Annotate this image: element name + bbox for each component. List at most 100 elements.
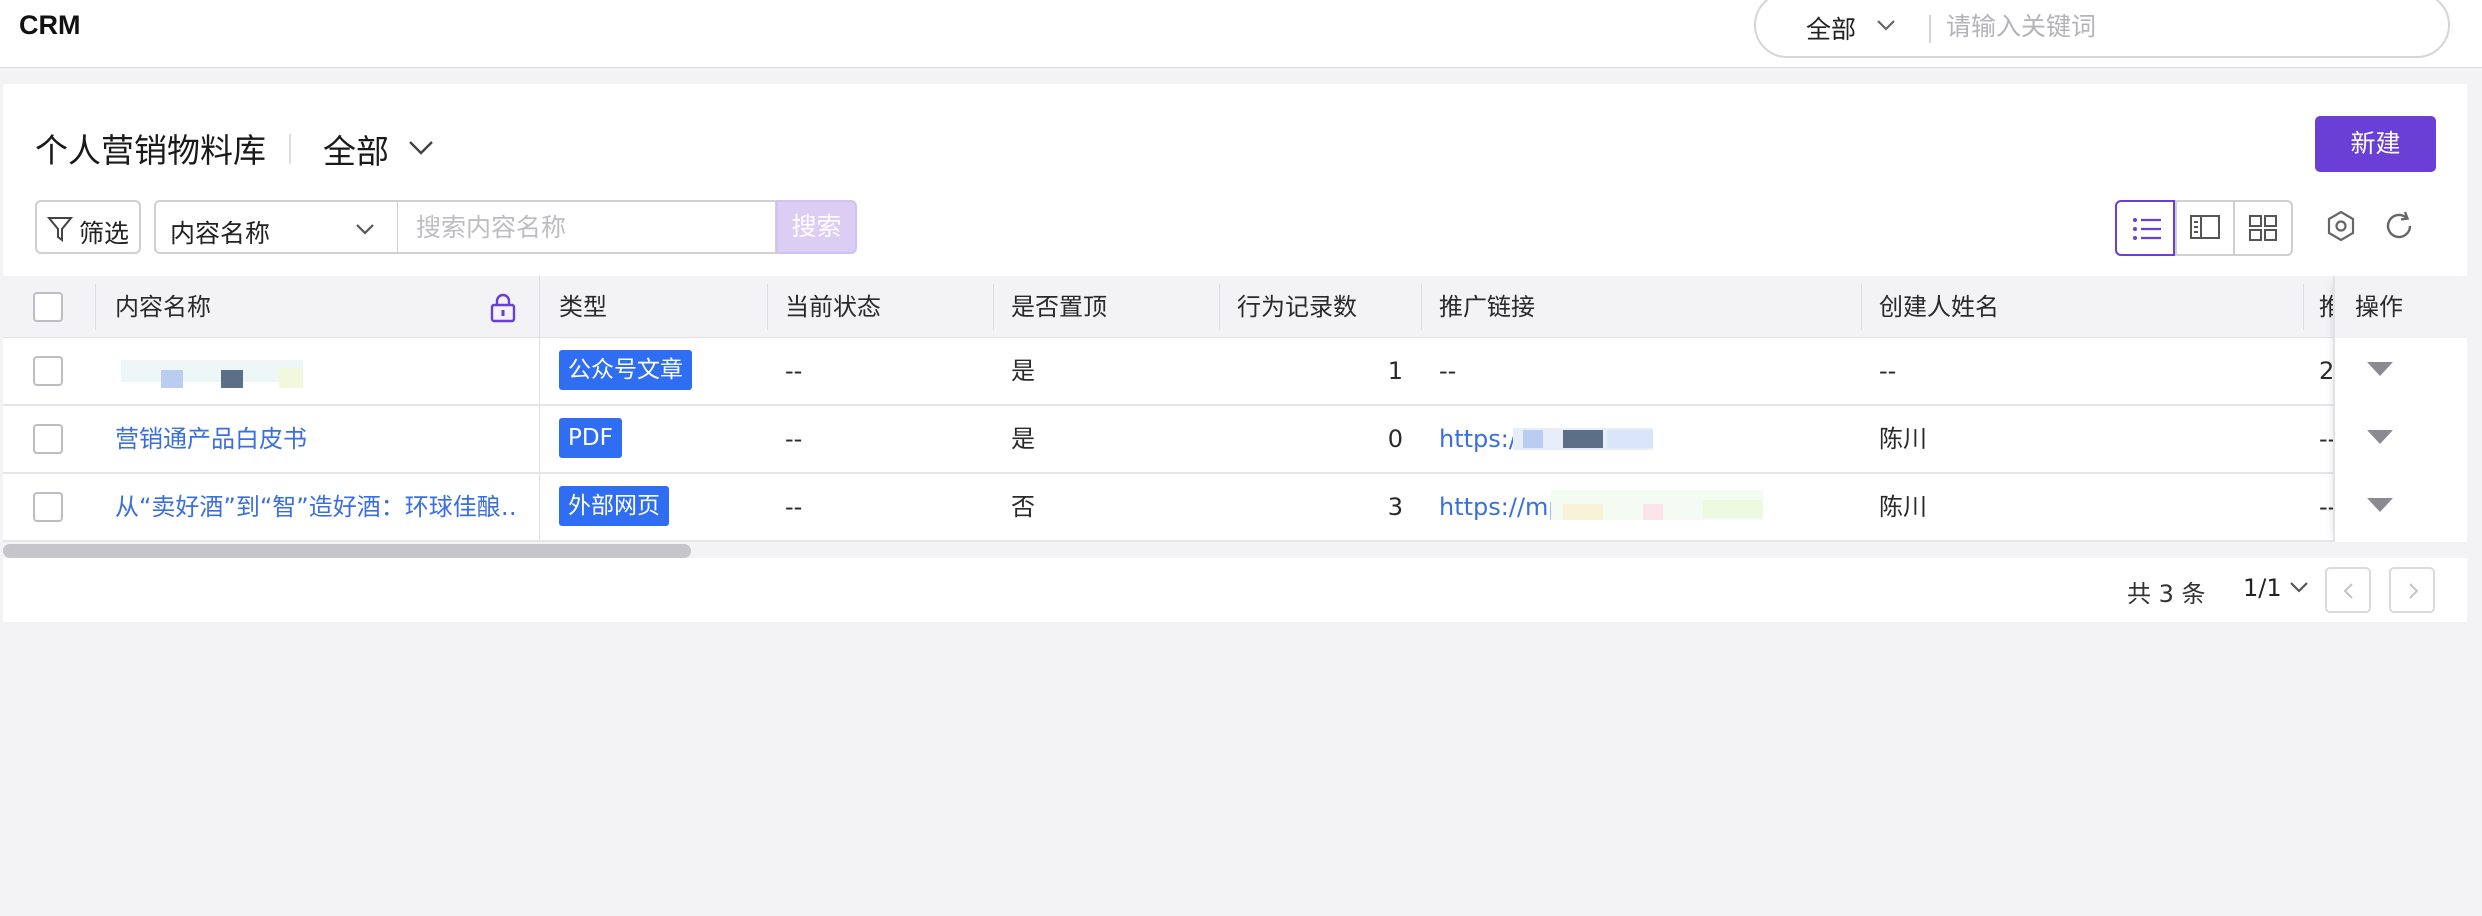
column-header[interactable]: 是否置顶	[1011, 276, 1211, 338]
redacted-text	[1523, 430, 1543, 448]
page-select[interactable]: 1/1	[2243, 574, 2282, 602]
chevron-down-icon[interactable]	[1873, 12, 1899, 38]
type-cell: 公众号文章	[559, 338, 759, 404]
settings-icon[interactable]	[2323, 208, 2359, 244]
content-card: 个人营销物料库 全部 新建 筛选 内容名称 搜索 内容名称 搜索 内容名称 类型…	[3, 84, 2467, 622]
global-search[interactable]: 全部	[1754, 0, 2450, 58]
status-cell: --	[785, 493, 803, 521]
creator-cell: 陈川	[1879, 493, 1927, 521]
global-search-scope[interactable]: 全部	[1806, 10, 1856, 46]
column-divider	[767, 284, 768, 330]
table-header: 内容名称 类型 当前状态 是否置顶 行为记录数 推广链接 创建人姓名 推	[3, 276, 2467, 338]
column-header[interactable]: 推	[2319, 276, 2333, 338]
chevron-right-icon	[2409, 583, 2419, 599]
row-checkbox[interactable]	[33, 356, 63, 386]
type-tag: 公众号文章	[559, 350, 692, 390]
status-cell: --	[785, 357, 803, 385]
table-row[interactable]: 公众号文章 -- 是 1 -- -- 2	[3, 338, 2467, 406]
type-tag: PDF	[559, 418, 622, 458]
redacted-text	[161, 370, 183, 388]
column-divider	[2303, 284, 2304, 330]
divider	[1929, 15, 1931, 43]
type-cell: PDF	[559, 406, 759, 472]
column-header[interactable]: 创建人姓名	[1879, 276, 2179, 338]
total-count: 共 3 条	[2127, 580, 2206, 608]
redacted-text	[279, 368, 303, 388]
operations-column: 操作	[2333, 276, 2467, 542]
column-divider	[539, 276, 540, 338]
column-divider	[1861, 284, 1862, 330]
creator-cell: --	[1879, 357, 1897, 385]
refresh-icon[interactable]	[2381, 208, 2417, 244]
column-divider	[95, 284, 96, 330]
grid-view-button[interactable]	[2233, 200, 2293, 256]
creator-cell: 陈川	[1879, 425, 1927, 453]
table-row[interactable]: 从“卖好酒”到“智”造好酒：环球佳酿… 外部网页 -- 否 3 https://…	[3, 474, 2467, 542]
row-action-dropdown-icon[interactable]	[2367, 430, 2393, 444]
page-title: 个人营销物料库	[35, 131, 266, 170]
column-header[interactable]: 类型	[559, 276, 759, 338]
row-action-dropdown-icon[interactable]	[2367, 362, 2393, 376]
content-name-link[interactable]: 营销通产品白皮书	[115, 406, 515, 472]
column-divider	[1421, 284, 1422, 330]
chevron-down-icon	[356, 224, 374, 235]
records-cell: 0	[1387, 425, 1403, 453]
redacted-text	[1563, 430, 1603, 448]
row-checkbox[interactable]	[33, 424, 63, 454]
search-field-label: 内容名称	[170, 219, 271, 248]
pinned-cell: 是	[1011, 357, 1035, 385]
chevron-down-icon[interactable]	[2287, 575, 2311, 599]
chevron-left-icon	[2343, 583, 2353, 599]
horizontal-scrollbar[interactable]	[3, 542, 2467, 558]
chevron-down-icon[interactable]	[405, 131, 437, 163]
promo-link-cell: --	[1439, 357, 1457, 385]
records-cell: 1	[1387, 357, 1403, 385]
search-input[interactable]	[397, 200, 777, 254]
grid-view-icon	[2249, 215, 2277, 241]
list-view-icon	[2133, 218, 2161, 240]
column-divider	[539, 406, 540, 472]
column-divider	[539, 338, 540, 404]
search-button[interactable]: 搜索	[776, 200, 857, 254]
column-header[interactable]: 内容名称	[115, 276, 415, 338]
records-cell: 3	[1387, 493, 1403, 521]
scrollbar-thumb[interactable]	[3, 544, 691, 558]
column-header[interactable]: 行为记录数	[1237, 276, 1417, 338]
filter-button-label: 筛选	[79, 219, 130, 248]
redacted-text	[1703, 500, 1763, 518]
column-divider	[539, 474, 540, 540]
row-checkbox[interactable]	[33, 492, 63, 522]
column-header[interactable]: 推广链接	[1439, 276, 1739, 338]
split-view-button[interactable]	[2175, 200, 2235, 256]
row-action-dropdown-icon[interactable]	[2367, 498, 2393, 512]
table-row[interactable]: 营销通产品白皮书 PDF -- 是 0 https:/ b0 陈川 --	[3, 406, 2467, 474]
search-field-select[interactable]: 内容名称	[154, 200, 398, 254]
column-header[interactable]: 当前状态	[785, 276, 985, 338]
extra-cell: 2	[2319, 357, 2333, 385]
lock-icon[interactable]	[489, 293, 517, 323]
column-divider	[1219, 284, 1220, 330]
extra-cell: --	[2319, 425, 2333, 453]
global-search-input[interactable]	[1946, 8, 2426, 44]
pinned-cell: 否	[1011, 493, 1035, 521]
redacted-text	[1607, 430, 1653, 448]
prev-page-button[interactable]	[2325, 567, 2371, 613]
extra-cell: --	[2319, 493, 2333, 521]
content-name-link[interactable]: 从“卖好酒”到“智”造好酒：环球佳酿…	[115, 474, 515, 540]
redacted-text	[221, 370, 243, 388]
type-tag: 外部网页	[559, 486, 669, 526]
funnel-icon	[47, 217, 73, 242]
pinned-cell: 是	[1011, 425, 1035, 453]
column-divider	[993, 284, 994, 330]
view-scope-select[interactable]: 全部	[323, 125, 389, 173]
next-page-button[interactable]	[2389, 567, 2435, 613]
app-title: CRM	[19, 10, 81, 40]
view-toggle	[2115, 200, 2293, 256]
split-view-icon	[2190, 215, 2220, 239]
select-all-checkbox[interactable]	[33, 292, 63, 322]
new-button[interactable]: 新建	[2315, 116, 2436, 172]
filter-button[interactable]: 筛选	[35, 200, 141, 254]
type-cell: 外部网页	[559, 474, 759, 540]
list-view-button[interactable]	[2115, 200, 2175, 256]
divider	[289, 134, 291, 164]
